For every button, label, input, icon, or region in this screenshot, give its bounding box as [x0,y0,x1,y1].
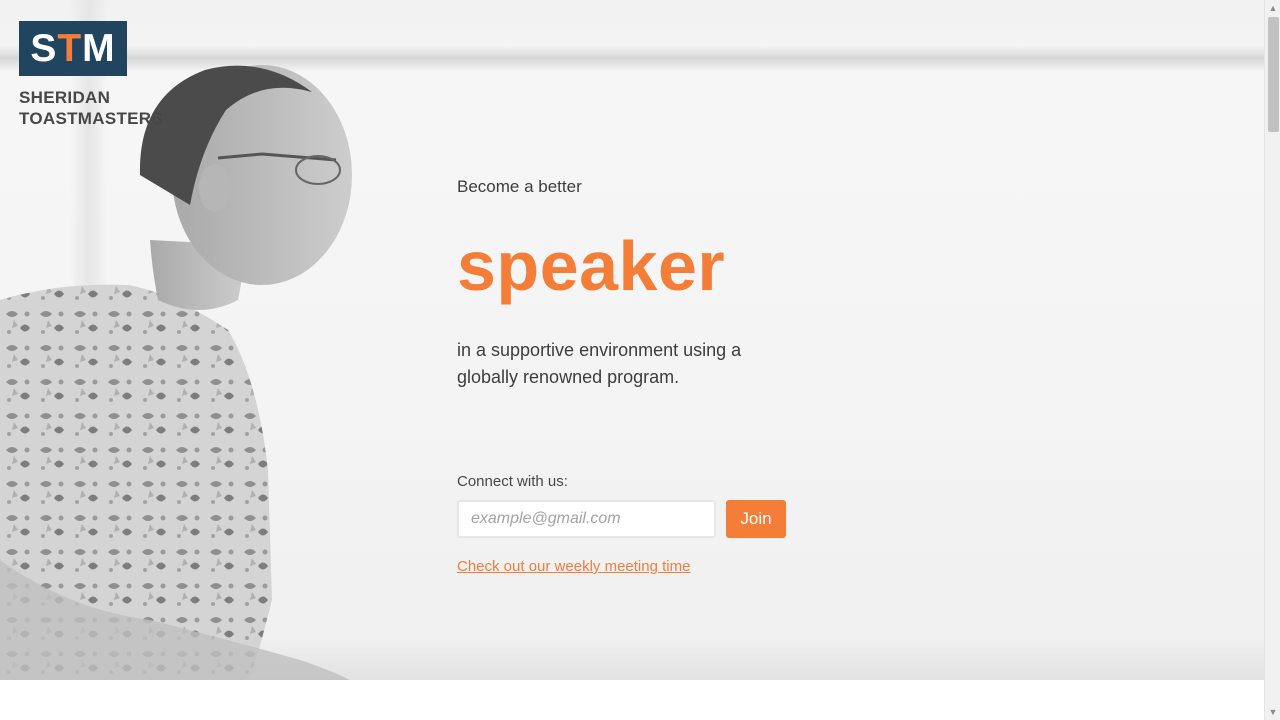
site-logo[interactable]: STM SHERIDAN TOASTMASTERS [19,21,163,129]
hero-lead: Become a better [457,177,582,196]
logo-abbreviation: STM [30,27,116,70]
connect-label: Connect with us: [457,473,568,490]
connect-form: Connect with us: Join Check out our week… [457,472,797,577]
weekly-meeting-link[interactable]: Check out our weekly meeting time [457,557,690,577]
hero-copy: Become a better speaker in a supportive … [457,175,877,391]
join-button[interactable]: Join [726,500,786,538]
hero-headline: speaker [457,227,726,305]
logo-wordmark: SHERIDAN TOASTMASTERS [19,87,163,129]
scroll-up-arrow-icon[interactable]: ▲ [1265,0,1280,16]
scrollbar-thumb[interactable] [1268,17,1279,132]
signup-row: Join [457,500,797,538]
logo-line-2: TOASTMASTERS [19,109,164,128]
page-scrollbar[interactable]: ▲ ▼ [1264,0,1280,720]
scroll-down-arrow-icon[interactable]: ▼ [1265,704,1280,720]
logo-badge: STM [19,21,127,76]
logo-line-1: SHERIDAN [19,88,111,107]
hero-section: STM SHERIDAN TOASTMASTERS Become a bette… [0,0,1264,680]
hero-subtitle: in a supportive environment using a glob… [457,340,742,387]
email-input[interactable] [457,500,716,538]
